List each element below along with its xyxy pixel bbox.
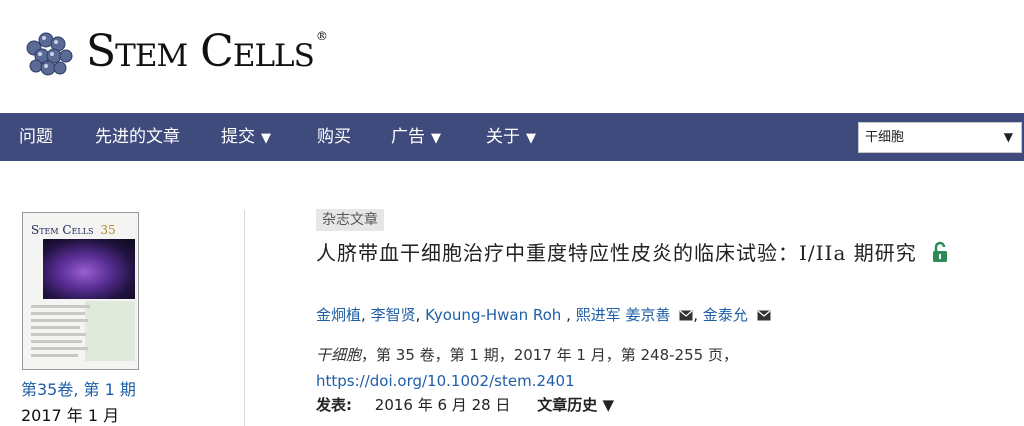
issue-date: 2017 年 1 月: [21, 406, 120, 425]
article-type-badge: 杂志文章: [316, 209, 384, 231]
nav-item-issues[interactable]: 问题: [19, 113, 53, 161]
chevron-down-icon: ▼: [431, 131, 441, 146]
author-list: 金炯植, 李智贤, Kyoung-Hwan Roh , 熙进军 姜京善 , 金泰…: [316, 304, 771, 325]
nav-item-submit[interactable]: 提交 ▼: [221, 113, 271, 161]
nav-label: 广告: [391, 127, 425, 147]
open-access-lock-icon: [933, 241, 948, 262]
cover-issue-number: 35: [100, 223, 116, 237]
nav-item-advertise[interactable]: 广告 ▼: [391, 113, 441, 161]
author-separator: ,: [361, 306, 371, 324]
nav-item-purchase[interactable]: 购买: [317, 113, 351, 161]
doi-link[interactable]: https://doi.org/10.1002/stem.2401: [316, 372, 575, 390]
author-link[interactable]: 姜京善: [625, 306, 670, 324]
author-link[interactable]: 熙进军: [576, 306, 621, 324]
nav-label: 关于: [486, 127, 520, 147]
author-separator: ,: [693, 306, 703, 324]
registered-mark: ®: [315, 29, 328, 43]
cover-logo-text: Stem Cells: [31, 223, 94, 237]
nav-label: 问题: [19, 127, 53, 147]
logo-text: Stem Cells: [86, 26, 315, 77]
article-title: 人脐带血干细胞治疗中重度特应性皮炎的临床试验：I/IIa 期研究: [316, 238, 976, 268]
article-title-text: 人脐带血干细胞治疗中重度特应性皮炎的临床试验：I/IIa 期研究: [316, 241, 917, 265]
chevron-down-icon: ▼: [526, 131, 536, 146]
site-header: Stem Cells ®: [0, 0, 1024, 113]
nav-label: 先进的文章: [95, 127, 180, 147]
author-link[interactable]: Kyoung-Hwan Roh: [425, 306, 561, 324]
nav-label: 提交: [221, 127, 255, 147]
citation: 干细胞，第 35 卷，第 1 期，2017 年 1 月，第 248-255 页，…: [316, 342, 836, 394]
nav-label: 购买: [317, 127, 351, 147]
chevron-down-icon: ▼: [1003, 130, 1013, 144]
volume-issue-link[interactable]: 第35卷, 第 1 期: [21, 376, 136, 400]
published-label: 发表:: [316, 396, 352, 414]
author-link[interactable]: 李智贤: [371, 306, 416, 324]
article-history-toggle[interactable]: 文章历史 ▼: [537, 396, 614, 414]
chevron-down-icon: ▼: [261, 131, 271, 146]
publication-info: 发表: 2016 年 6 月 28 日 文章历史 ▼: [316, 394, 614, 415]
envelope-icon[interactable]: [679, 310, 693, 321]
stem-cells-wordmark[interactable]: Stem Cells ®: [86, 29, 328, 74]
issue-cover-image[interactable]: Stem Cells 35: [22, 212, 139, 370]
envelope-icon[interactable]: [757, 310, 771, 321]
nav-item-about[interactable]: 关于 ▼: [486, 113, 536, 161]
column-divider: [244, 210, 245, 426]
author-separator: ,: [415, 306, 426, 324]
cover-artwork: [43, 239, 135, 299]
author-link[interactable]: 金泰允: [703, 306, 748, 324]
author-separator: ,: [561, 306, 576, 324]
citation-details: ，第 35 卷，第 1 期，2017 年 1 月，第 248-255 页，: [361, 346, 738, 364]
journal-name: 干细胞: [316, 346, 362, 364]
stem-cells-logo-icon[interactable]: [20, 26, 78, 84]
author-link[interactable]: 金炯植: [316, 306, 361, 324]
search-scope-select[interactable]: 干细胞 ▼: [858, 122, 1022, 153]
cover-logo: Stem Cells 35: [31, 223, 116, 237]
cover-text-lines: [31, 305, 129, 361]
nav-item-advance-articles[interactable]: 先进的文章: [95, 113, 180, 161]
search-scope-value: 干细胞: [865, 130, 905, 145]
published-date: 2016 年 6 月 28 日: [374, 396, 511, 414]
